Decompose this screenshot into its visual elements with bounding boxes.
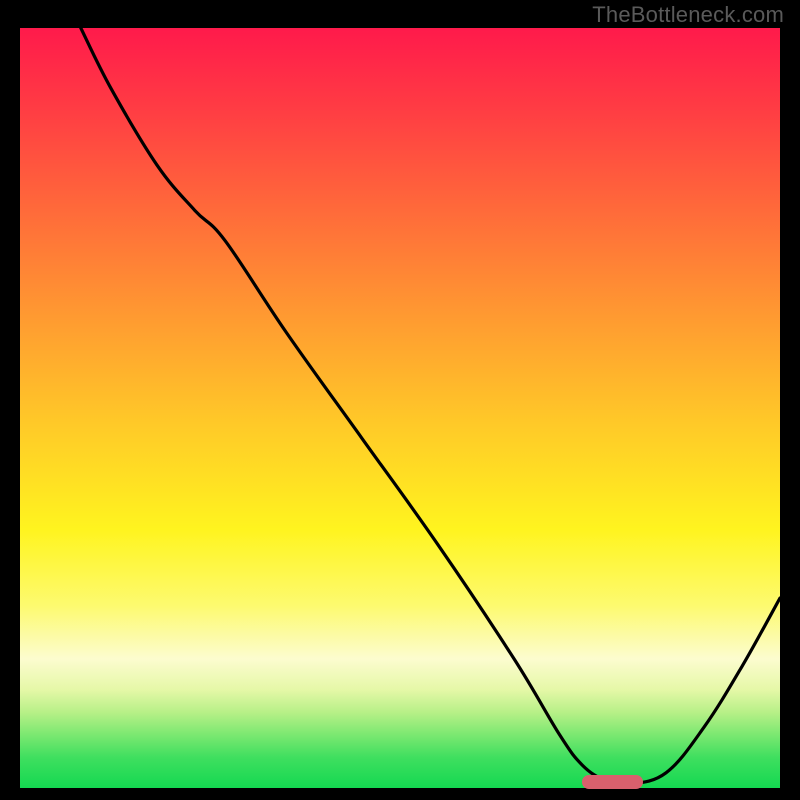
bottleneck-curve: [81, 28, 780, 785]
watermark-text: TheBottleneck.com: [592, 2, 784, 28]
optimal-marker: [582, 775, 643, 789]
chart-frame: TheBottleneck.com: [0, 0, 800, 800]
plot-area: [20, 28, 780, 788]
curve-svg: [20, 28, 780, 788]
